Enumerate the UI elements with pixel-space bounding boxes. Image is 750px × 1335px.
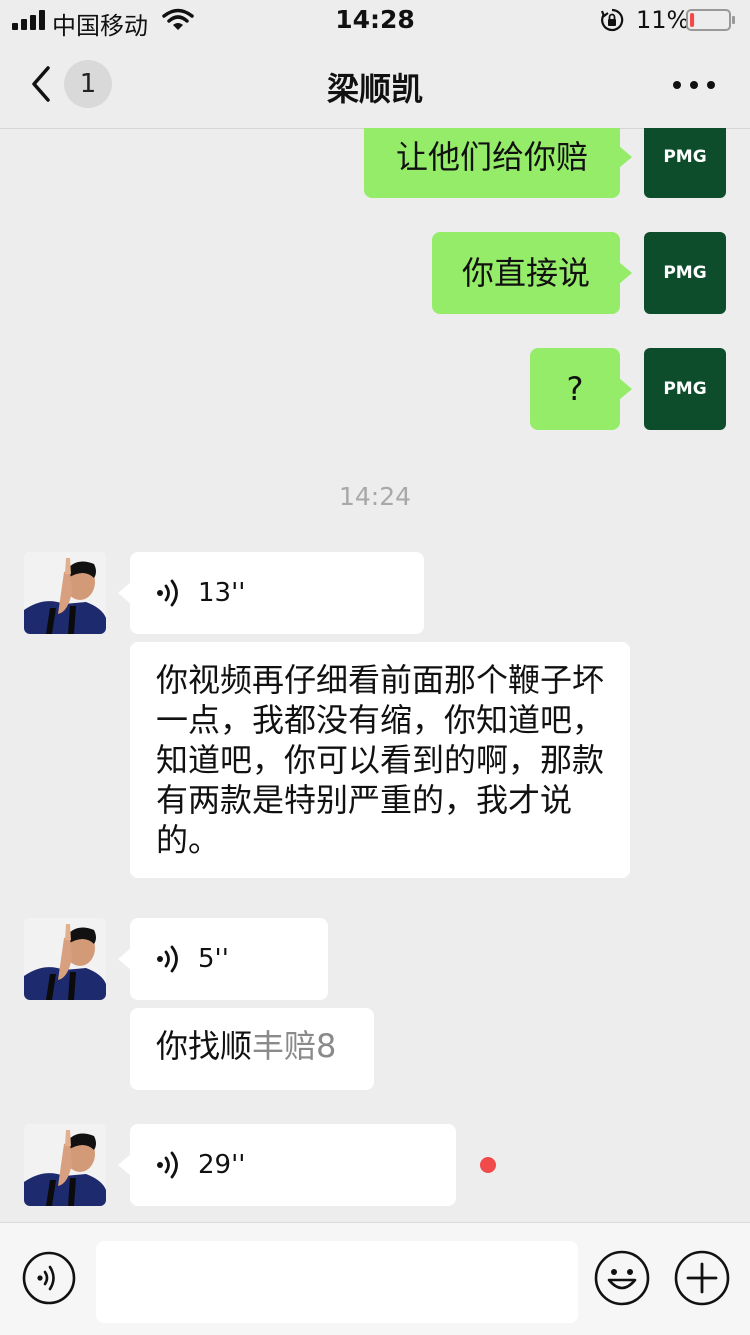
message-text: ? bbox=[566, 370, 584, 408]
my-avatar[interactable]: PMG bbox=[644, 348, 726, 430]
message-text: 你视频再仔细看前面那个鞭子坏一点，我都没有缩，你知道吧，知道吧，你可以看到的啊，… bbox=[156, 661, 605, 859]
contact-avatar[interactable] bbox=[24, 1124, 106, 1206]
voice-wave-icon bbox=[157, 945, 178, 973]
nav-bar: 1 梁顺凯 bbox=[0, 40, 750, 129]
contact-avatar-image bbox=[24, 552, 106, 634]
my-avatar[interactable]: PMG bbox=[644, 232, 726, 314]
voice-wave-icon bbox=[157, 579, 178, 607]
my-avatar[interactable]: PMG bbox=[644, 128, 726, 198]
voice-duration: 13'' bbox=[198, 578, 246, 608]
message-text-faded: 丰赔8 bbox=[252, 1027, 337, 1065]
voice-message[interactable]: 29'' bbox=[118, 1124, 456, 1206]
message-text: 你直接说 bbox=[461, 254, 590, 292]
my-message-bubble[interactable]: 你直接说 bbox=[432, 232, 632, 314]
voice-message[interactable]: 5'' bbox=[118, 918, 328, 1000]
my-message-bubble[interactable]: ? bbox=[530, 348, 632, 430]
voice-message[interactable]: 13'' bbox=[118, 552, 424, 634]
chat-area[interactable]: 让他们给你赔 PMG 你直接说 PMG ? PMG 14:24 13'' 你视频… bbox=[0, 128, 750, 1222]
voice-wave-icon bbox=[157, 1151, 178, 1179]
emoji-icon[interactable] bbox=[594, 1250, 650, 1306]
my-message-bubble[interactable]: 让他们给你赔 bbox=[364, 128, 632, 198]
contact-avatar-image bbox=[24, 918, 106, 1000]
contact-message-bubble[interactable]: 你视频再仔细看前面那个鞭子坏一点，我都没有缩，你知道吧，知道吧，你可以看到的啊，… bbox=[130, 642, 630, 878]
rotation-lock-icon bbox=[600, 8, 624, 32]
battery-icon bbox=[686, 9, 735, 31]
voice-duration: 5'' bbox=[198, 944, 229, 974]
input-bar bbox=[0, 1222, 750, 1335]
more-dots-icon[interactable] bbox=[672, 80, 716, 90]
battery-percent: 11% bbox=[636, 6, 690, 34]
unread-voice-dot bbox=[480, 1157, 496, 1173]
voice-duration: 29'' bbox=[198, 1150, 246, 1180]
message-text: 让他们给你赔 bbox=[395, 138, 588, 176]
message-text: 你找顺 bbox=[156, 1027, 253, 1065]
contact-avatar[interactable] bbox=[24, 918, 106, 1000]
voice-mode-icon[interactable] bbox=[22, 1251, 76, 1305]
contact-avatar[interactable] bbox=[24, 552, 106, 634]
plus-icon[interactable] bbox=[674, 1250, 730, 1306]
contact-message-bubble[interactable]: 你找顺丰赔8 bbox=[130, 1008, 374, 1090]
status-bar: 中国移动 14:28 11% bbox=[0, 0, 750, 40]
contact-avatar-image bbox=[24, 1124, 106, 1206]
message-input[interactable] bbox=[96, 1241, 578, 1323]
chat-title: 梁顺凯 bbox=[326, 70, 423, 108]
message-timestamp: 14:24 bbox=[338, 482, 412, 511]
